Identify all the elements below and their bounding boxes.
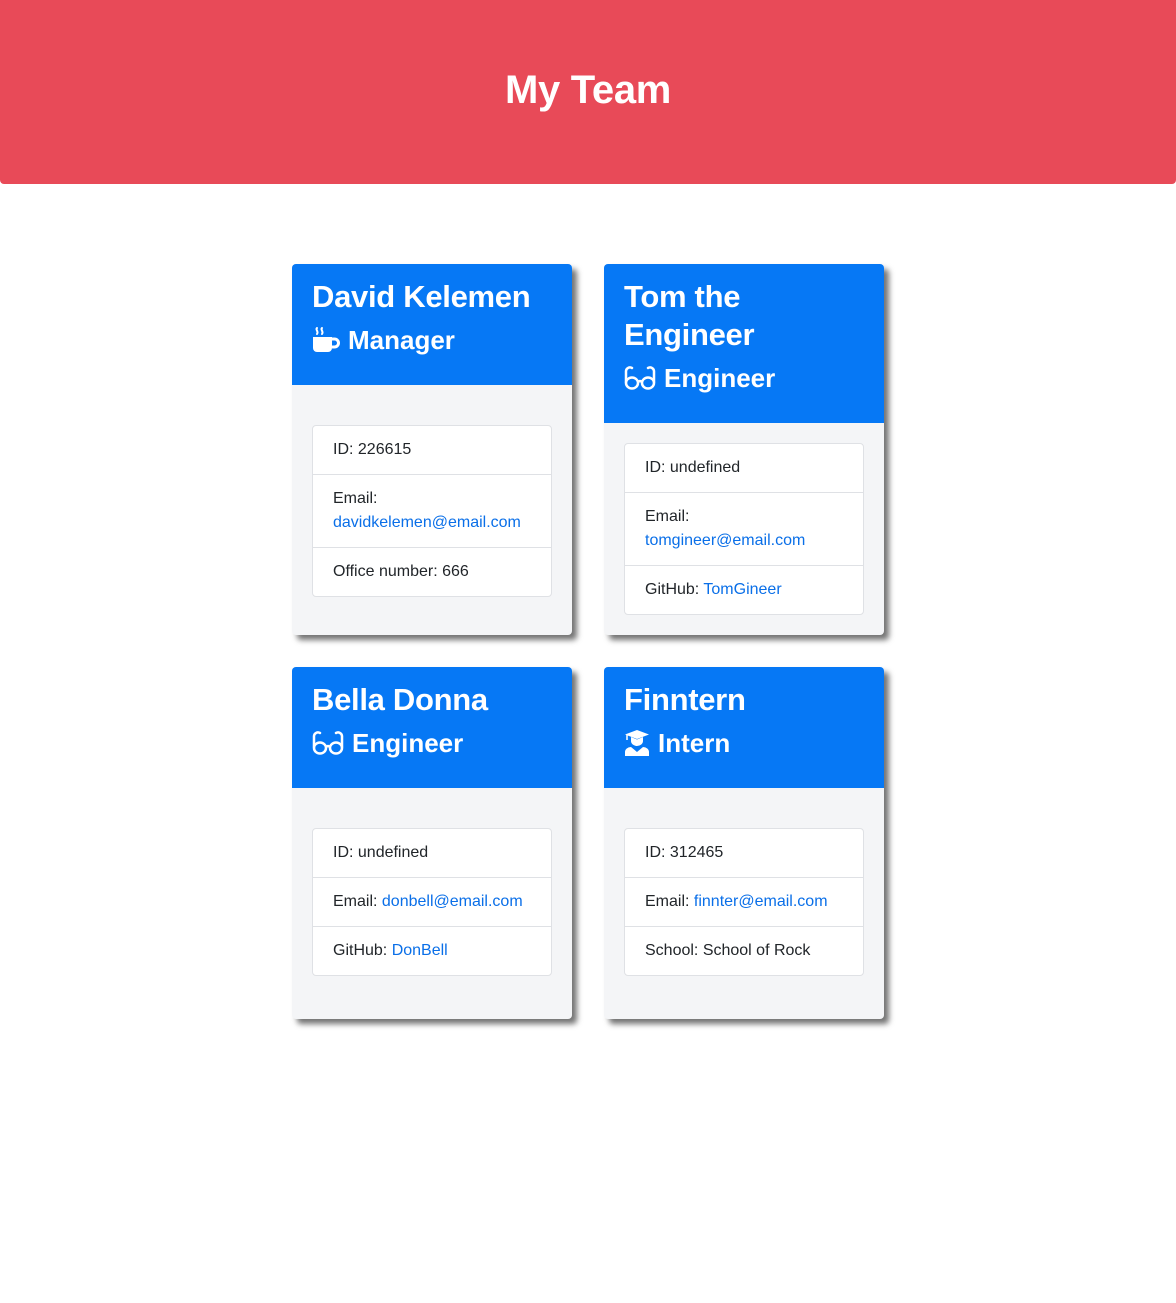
employee-role: Engineer	[624, 362, 864, 394]
card-body: ID: 226615 Email: davidkelemen@email.com…	[292, 385, 572, 635]
list-item-email: Email: davidkelemen@email.com	[313, 474, 551, 547]
role-label: Intern	[658, 728, 731, 758]
employee-card-intern: Finntern Intern ID: 312465 Email: finnte…	[604, 667, 884, 1019]
list-item-id: ID: 312465	[625, 829, 863, 877]
employee-name: Finntern	[624, 682, 746, 717]
employee-name: David Kelemen	[312, 279, 531, 314]
employee-role: Intern	[624, 727, 864, 759]
id-value: 226615	[357, 441, 412, 458]
list-item-email: Email: tomgineer@email.com	[625, 492, 863, 565]
email-link[interactable]: finnter@email.com	[694, 893, 828, 910]
page-header: My Team	[0, 0, 1176, 184]
email-link[interactable]: tomgineer@email.com	[645, 532, 805, 549]
role-label: Engineer	[664, 363, 776, 393]
role-label: Engineer	[352, 728, 464, 758]
email-label: Email:	[645, 893, 694, 910]
employee-name: Bella Donna	[312, 682, 488, 717]
employee-details: ID: undefined Email: donbell@email.com G…	[312, 828, 552, 976]
list-item-school: School: School of Rock	[625, 926, 863, 975]
id-value: undefined	[357, 844, 429, 861]
email-label: Email:	[645, 508, 690, 525]
card-body: ID: 312465 Email: finnter@email.com Scho…	[604, 788, 884, 1019]
list-item-github: GitHub: TomGineer	[625, 565, 863, 614]
page-title: My Team	[504, 68, 672, 112]
email-label: Email:	[333, 893, 382, 910]
email-link[interactable]: donbell@email.com	[382, 893, 523, 910]
office-value: 666	[442, 563, 469, 580]
email-link[interactable]: davidkelemen@email.com	[333, 514, 521, 531]
github-link[interactable]: DonBell	[392, 942, 448, 959]
id-label: ID:	[645, 459, 670, 476]
card-header: Finntern Intern	[604, 667, 884, 788]
employee-role: Manager	[312, 324, 552, 356]
id-label: ID:	[645, 844, 670, 861]
list-item-id: ID: undefined	[313, 829, 551, 877]
office-label: Office number:	[333, 563, 443, 580]
card-body: ID: undefined Email: tomgineer@email.com…	[604, 423, 884, 635]
github-label: GitHub:	[645, 581, 704, 598]
card-header: Tom the Engineer Engineer	[604, 264, 884, 423]
employee-details: ID: undefined Email: tomgineer@email.com…	[624, 443, 864, 615]
list-item-github: GitHub: DonBell	[313, 926, 551, 975]
list-item-id: ID: undefined	[625, 444, 863, 492]
list-item-office: Office number: 666	[313, 547, 551, 596]
employee-card-engineer: Bella Donna Engineer ID: undefined Email…	[292, 667, 572, 1019]
employee-name: Tom the Engineer	[624, 279, 755, 352]
id-value: undefined	[669, 459, 741, 476]
employee-card-manager: David Kelemen Manager ID: 226615 Email: …	[292, 264, 572, 635]
employee-card-engineer: Tom the Engineer Engineer ID: undefined …	[604, 264, 884, 635]
list-item-email: Email: finnter@email.com	[625, 877, 863, 926]
employee-details: ID: 226615 Email: davidkelemen@email.com…	[312, 425, 552, 597]
graduate-icon	[625, 730, 649, 756]
card-body: ID: undefined Email: donbell@email.com G…	[292, 788, 572, 1019]
role-label: Manager	[348, 325, 455, 355]
card-header: David Kelemen Manager	[292, 264, 572, 385]
email-label: Email:	[333, 490, 378, 507]
school-label: School:	[645, 942, 703, 959]
id-label: ID:	[333, 441, 358, 458]
list-item-id: ID: 226615	[313, 426, 551, 474]
github-link[interactable]: TomGineer	[703, 581, 781, 598]
id-label: ID:	[333, 844, 358, 861]
employee-role: Engineer	[312, 727, 552, 759]
employee-details: ID: 312465 Email: finnter@email.com Scho…	[624, 828, 864, 976]
coffee-mug-icon	[313, 327, 340, 352]
card-header: Bella Donna Engineer	[292, 667, 572, 788]
github-label: GitHub:	[333, 942, 392, 959]
school-value: School of Rock	[702, 942, 811, 959]
id-value: 312465	[669, 844, 724, 861]
glasses-icon	[624, 366, 656, 390]
list-item-email: Email: donbell@email.com	[313, 877, 551, 926]
glasses-icon	[312, 731, 344, 755]
